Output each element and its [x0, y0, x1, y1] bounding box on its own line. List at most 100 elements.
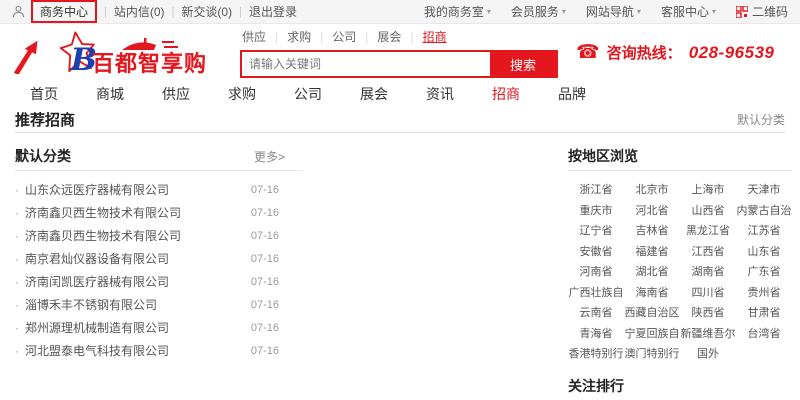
company-date: 07-16: [250, 183, 279, 196]
quick-link-exhibition[interactable]: 展会: [375, 28, 403, 45]
region-link[interactable]: 澳门特别行: [625, 344, 680, 365]
separator: |: [171, 5, 175, 18]
region-link[interactable]: 山东省: [748, 242, 781, 263]
region-link[interactable]: 内蒙古自治: [737, 201, 792, 222]
annotation-arrow-icon: [13, 40, 38, 74]
logo[interactable]: B 百都智享购: [56, 24, 207, 76]
list-item[interactable]: · 郑州源理机械制造有限公司 07-16: [15, 316, 303, 339]
list-item[interactable]: · 河北盟泰电气科技有限公司 07-16: [15, 339, 303, 362]
region-link[interactable]: 黑龙江省: [686, 221, 730, 242]
quick-link-investment[interactable]: 招商: [421, 28, 449, 45]
customer-service-menu[interactable]: 客服中心 ▾: [661, 3, 716, 20]
site-nav-menu[interactable]: 网站导航 ▾: [586, 3, 641, 20]
region-link[interactable]: 新疆维吾尔: [681, 324, 736, 345]
region-link[interactable]: 台湾省: [748, 324, 781, 345]
region-link[interactable]: 吉林省: [636, 221, 669, 242]
list-item[interactable]: · 济南鑫贝西生物技术有限公司 07-16: [15, 224, 303, 247]
nav-item-exhibition[interactable]: 展会: [360, 84, 388, 104]
region-link[interactable]: 江西省: [692, 242, 725, 263]
chevron-down-icon: ▾: [636, 7, 641, 16]
company-date: 07-16: [250, 229, 279, 242]
region-link[interactable]: 宁夏回族自: [625, 324, 680, 345]
default-category-label[interactable]: 默认分类: [737, 111, 785, 128]
region-link[interactable]: 贵州省: [748, 283, 781, 304]
region-link[interactable]: 广西壮族自: [569, 283, 624, 304]
panel-title: 默认分类: [15, 148, 71, 164]
separator: |: [104, 5, 107, 18]
region-link[interactable]: 青海省: [580, 324, 613, 345]
region-link[interactable]: 湖南省: [692, 262, 725, 283]
region-link[interactable]: 浙江省: [580, 180, 613, 201]
topbar: 商务中心 | 站内信(0) | 新交谈(0) | 退出登录 我的商务室 ▾ 会员…: [0, 0, 800, 24]
region-panel: 按地区浏览 浙江省 北京市 上海市 天津市 重庆市 河北省 山西省 内蒙古自治 …: [568, 142, 792, 400]
nav-item-home[interactable]: 首页: [30, 84, 58, 104]
region-link[interactable]: 山西省: [692, 201, 725, 222]
region-link[interactable]: 国外: [697, 344, 719, 365]
qr-code-link[interactable]: 二维码: [735, 3, 788, 20]
region-link[interactable]: 陕西省: [692, 303, 725, 324]
company-name: 济南鑫贝西生物技术有限公司: [25, 229, 182, 243]
region-link[interactable]: 广东省: [748, 262, 781, 283]
nav-item-news[interactable]: 资讯: [426, 84, 454, 104]
company-name: 南京君灿仪器设备有限公司: [25, 252, 170, 266]
company-date: 07-16: [250, 275, 279, 288]
region-link[interactable]: 海南省: [636, 283, 669, 304]
list-item[interactable]: · 济南鑫贝西生物技术有限公司 07-16: [15, 201, 303, 224]
region-link[interactable]: 云南省: [580, 303, 613, 324]
company-date: 07-16: [250, 298, 279, 311]
list-item[interactable]: · 济南闰凯医疗器械有限公司 07-16: [15, 270, 303, 293]
logo-emblem-icon: [122, 38, 178, 50]
separator: |: [320, 29, 324, 44]
new-chat-link[interactable]: 新交谈(0): [181, 3, 232, 20]
list-item[interactable]: · 南京君灿仪器设备有限公司 07-16: [15, 247, 303, 270]
more-link[interactable]: 更多>: [254, 148, 303, 165]
business-center-link[interactable]: 商务中心: [31, 0, 98, 23]
region-link[interactable]: 西藏自治区: [625, 303, 680, 324]
region-link[interactable]: 上海市: [692, 180, 725, 201]
company-name: 淄博禾丰不锈钢有限公司: [25, 298, 158, 312]
nav-item-supply[interactable]: 供应: [162, 84, 190, 104]
search-bar: 搜索: [240, 50, 558, 78]
quick-link-supply[interactable]: 供应: [240, 28, 268, 45]
search-button[interactable]: 搜索: [490, 52, 556, 76]
quick-link-company[interactable]: 公司: [330, 28, 358, 45]
nav-item-company[interactable]: 公司: [294, 84, 322, 104]
logo-text: 百都智享购: [92, 51, 208, 76]
region-link[interactable]: 甘肃省: [748, 303, 781, 324]
region-link[interactable]: 河北省: [636, 201, 669, 222]
member-service-menu[interactable]: 会员服务 ▾: [511, 3, 566, 20]
company-date: 07-16: [250, 252, 279, 265]
region-grid: 浙江省 北京市 上海市 天津市 重庆市 河北省 山西省 内蒙古自治 辽宁省 吉林…: [568, 180, 792, 365]
quick-link-buy[interactable]: 求购: [285, 28, 313, 45]
inbox-link[interactable]: 站内信(0): [114, 3, 165, 20]
region-link[interactable]: 重庆市: [580, 201, 613, 222]
region-link[interactable]: 福建省: [636, 242, 669, 263]
nav-item-brand[interactable]: 品牌: [558, 84, 586, 104]
region-link[interactable]: 天津市: [748, 180, 781, 201]
company-name: 济南闰凯医疗器械有限公司: [25, 275, 170, 289]
search-input[interactable]: [242, 52, 490, 76]
nav-item-mall[interactable]: 商城: [96, 84, 124, 104]
region-link[interactable]: 河南省: [580, 262, 613, 283]
region-link[interactable]: 辽宁省: [580, 221, 613, 242]
nav-item-buy[interactable]: 求购: [228, 84, 256, 104]
follow-panel-header: 关注排行: [568, 372, 792, 400]
panel-title: 关注排行: [568, 377, 624, 394]
chevron-down-icon: ▾: [486, 7, 491, 16]
region-link[interactable]: 江苏省: [748, 221, 781, 242]
company-name: 山东众远医疗器械有限公司: [25, 183, 170, 197]
list-item[interactable]: · 淄博禾丰不锈钢有限公司 07-16: [15, 293, 303, 316]
region-link[interactable]: 安徽省: [580, 242, 613, 263]
region-link[interactable]: 湖北省: [636, 262, 669, 283]
chevron-down-icon: ▾: [711, 7, 716, 16]
company-name: 济南鑫贝西生物技术有限公司: [25, 206, 182, 220]
region-link[interactable]: 香港特别行: [569, 344, 624, 365]
nav-item-investment[interactable]: 招商: [492, 84, 520, 104]
my-office-menu[interactable]: 我的商务室 ▾: [424, 3, 491, 20]
region-link[interactable]: 四川省: [692, 283, 725, 304]
list-item[interactable]: · 山东众远医疗器械有限公司 07-16: [15, 178, 303, 201]
company-panel: 默认分类 更多> · 山东众远医疗器械有限公司 07-16 · 济南鑫贝西生物技…: [15, 142, 303, 362]
logout-link[interactable]: 退出登录: [249, 3, 297, 20]
region-link[interactable]: 北京市: [636, 180, 669, 201]
separator: |: [275, 29, 279, 44]
